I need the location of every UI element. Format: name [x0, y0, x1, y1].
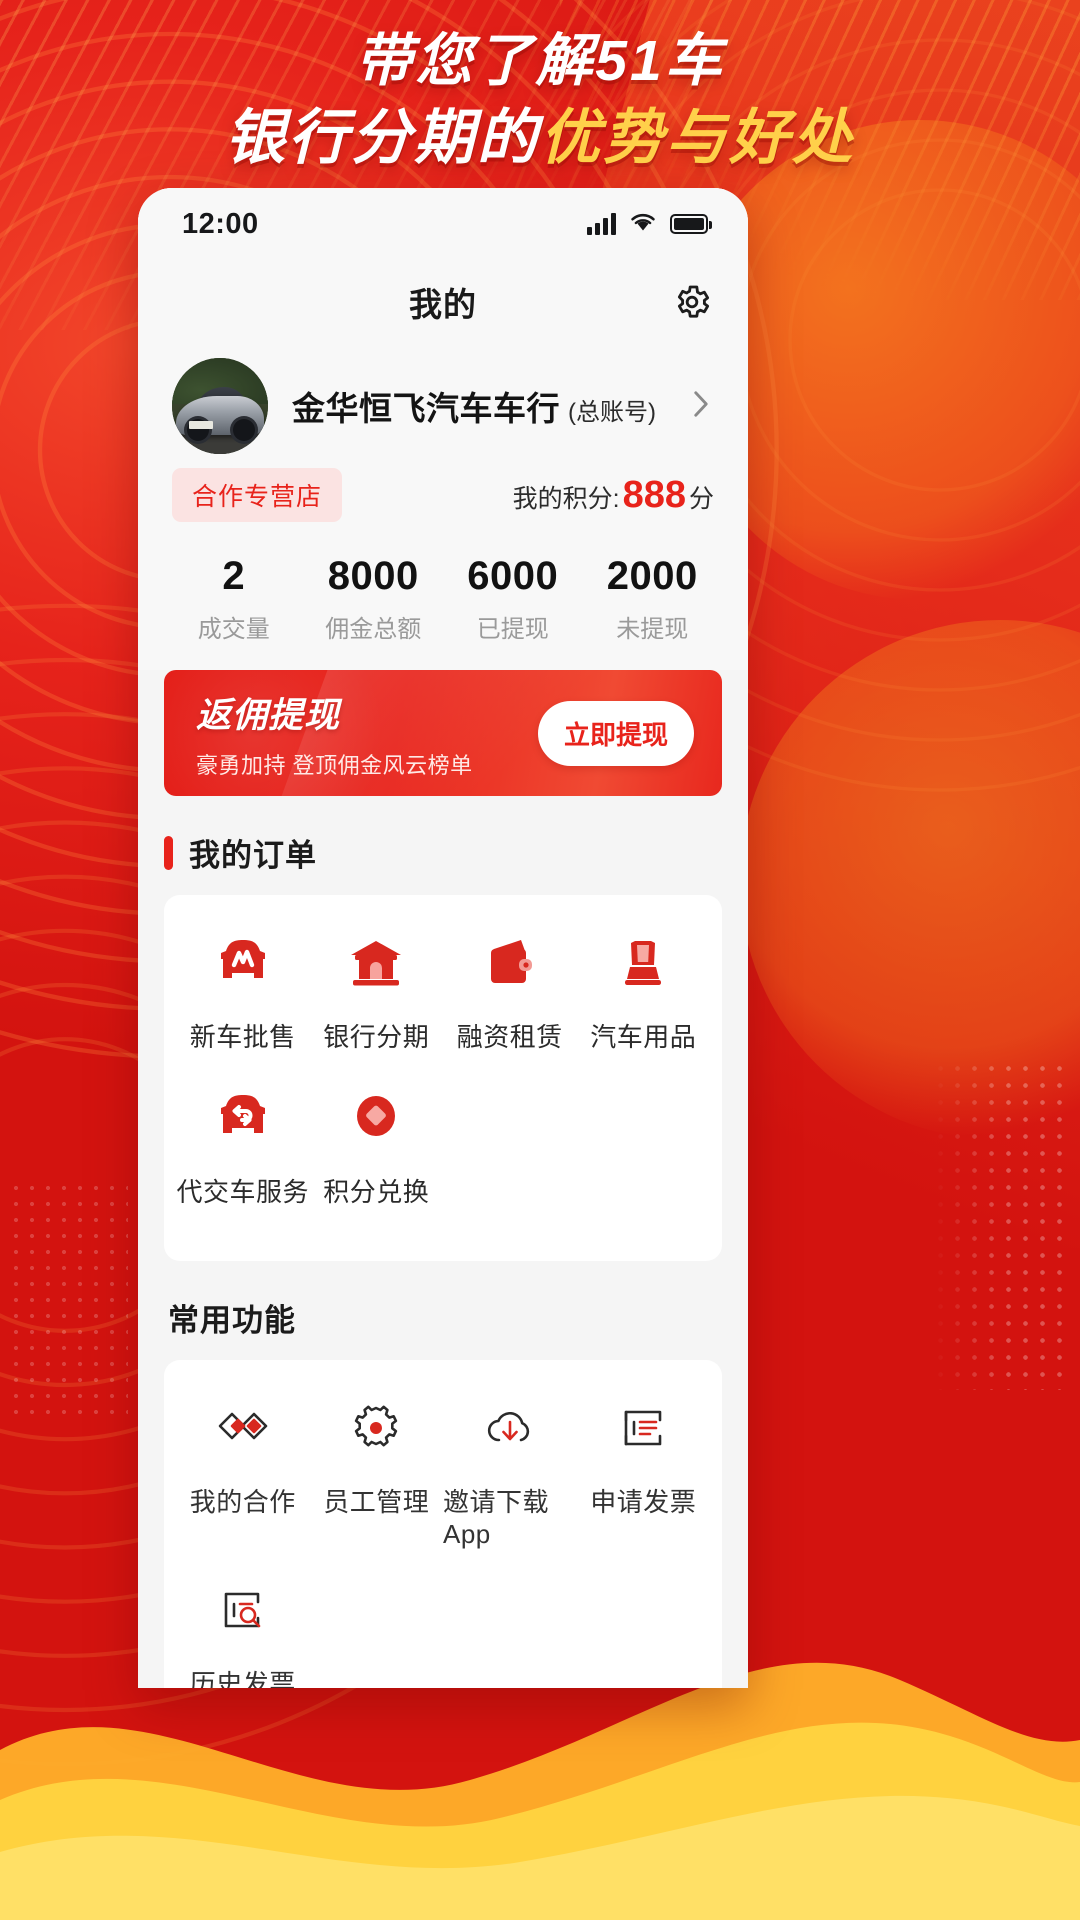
functions-section-title: 常用功能	[168, 1303, 296, 1338]
stat-label: 佣金总额	[325, 616, 422, 643]
status-bar: 12:00	[138, 188, 748, 260]
poster-title-line-2-plain: 银行分期的	[225, 104, 540, 172]
grid-item-label: 银行分期	[323, 1022, 430, 1052]
orders-card: 新车批售 银行分期 融资租赁 汽车用品 代交车服务 积分兑换	[164, 895, 722, 1261]
functions-grid: 我的合作 员工管理 邀请下载App 申请发票 历史发票	[176, 1390, 710, 1688]
stat-value: 6000	[467, 554, 559, 598]
page-title: 我的	[409, 286, 477, 323]
status-badge: 合作专营店	[172, 468, 343, 522]
functions-section-header: 常用功能	[138, 1261, 748, 1360]
stat-item-pending[interactable]: 2000 未提现	[583, 554, 723, 644]
stat-label: 成交量	[197, 616, 270, 643]
avatar	[172, 358, 268, 454]
commission-banner[interactable]: 返佣提现 豪勇加持 登顶佣金风云榜单 立即提现	[164, 670, 722, 796]
grid-item-my-cooperation[interactable]: 我的合作	[176, 1390, 310, 1550]
handshake-icon	[214, 1390, 272, 1466]
poster-title-line-2: 银行分期的优势与好处	[0, 103, 1080, 173]
wifi-icon	[629, 211, 657, 237]
banner-title: 返佣提现	[196, 695, 341, 735]
grid-item-label: 申请发票	[590, 1487, 697, 1517]
grid-item-invite-download-app[interactable]: 邀请下载App	[443, 1390, 577, 1550]
status-bar-indicators	[587, 211, 712, 237]
car-seat-icon	[613, 925, 673, 1001]
orders-section-header: 我的订单	[138, 796, 748, 895]
points-label: 我的积分:	[512, 484, 620, 513]
phone-mockup: 12:00 我的 金华恒飞汽车车行 (总账号) 合作专营店 我的积分: 888 …	[138, 188, 748, 1688]
grid-item-new-car-wholesale[interactable]: 新车批售	[176, 925, 310, 1054]
bank-building-icon	[346, 925, 406, 1001]
grid-item-apply-invoice[interactable]: 申请发票	[577, 1390, 711, 1550]
banner-text: 返佣提现 豪勇加持 登顶佣金风云榜单	[196, 687, 473, 780]
stat-label: 未提现	[616, 616, 689, 643]
grid-item-points-exchange[interactable]: 积分兑换	[310, 1080, 444, 1209]
grid-item-label: 我的合作	[189, 1487, 296, 1517]
grid-item-label: 积分兑换	[323, 1177, 430, 1207]
status-bar-time: 12:00	[182, 207, 259, 240]
grid-item-bank-installment[interactable]: 银行分期	[310, 925, 444, 1054]
battery-icon	[670, 214, 712, 234]
grid-item-car-accessories[interactable]: 汽车用品	[577, 925, 711, 1054]
stat-value: 2	[222, 554, 246, 598]
diamond-coin-icon	[346, 1080, 406, 1156]
functions-card: 我的合作 员工管理 邀请下载App 申请发票 历史发票	[164, 1360, 722, 1688]
stat-item-withdrawn[interactable]: 6000 已提现	[443, 554, 583, 644]
car-exchange-icon	[213, 1080, 273, 1156]
chevron-right-icon[interactable]	[688, 389, 714, 424]
stat-label: 已提现	[476, 616, 549, 643]
banner-subtitle: 豪勇加持 登顶佣金风云榜单	[196, 752, 473, 778]
stat-item-deals[interactable]: 2 成交量	[164, 554, 304, 644]
profile-badge-row: 合作专营店 我的积分: 888 分	[172, 468, 714, 522]
poster-title-line-2-highlight: 优势与好处	[540, 104, 855, 172]
grid-item-delivery-service[interactable]: 代交车服务	[176, 1080, 310, 1209]
wallet-icon	[480, 925, 540, 1001]
cloud-download-icon	[481, 1390, 539, 1466]
grid-item-label: 邀请下载App	[443, 1487, 550, 1549]
invoice-search-icon	[214, 1572, 272, 1648]
stats-row: 2 成交量 8000 佣金总额 6000 已提现 2000 未提现	[138, 532, 748, 670]
grid-item-label: 汽车用品	[590, 1022, 697, 1052]
grid-item-label: 新车批售	[189, 1022, 296, 1052]
invoice-icon	[614, 1390, 672, 1466]
decorative-dot-grid-left	[8, 1180, 128, 1420]
profile-card[interactable]: 金华恒飞汽车车行 (总账号) 合作专营店 我的积分: 888 分	[138, 344, 748, 532]
app-nav-bar: 我的	[138, 260, 748, 344]
profile-row[interactable]: 金华恒飞汽车车行 (总账号)	[172, 358, 714, 454]
decorative-dot-grid-right	[932, 1060, 1062, 1390]
points-unit: 分	[688, 484, 714, 513]
gear-icon[interactable]	[672, 282, 712, 322]
profile-name-row: 金华恒飞汽车车行 (总账号)	[292, 382, 678, 430]
stat-value: 2000	[606, 554, 698, 598]
app-screen: 12:00 我的 金华恒飞汽车车行 (总账号) 合作专营店 我的积分: 888 …	[138, 188, 748, 1688]
orders-grid: 新车批售 银行分期 融资租赁 汽车用品 代交车服务 积分兑换	[176, 925, 710, 1235]
functions-card-container: 我的合作 员工管理 邀请下载App 申请发票 历史发票	[138, 1360, 748, 1688]
points-value: 888	[622, 473, 686, 516]
banner-container: 返佣提现 豪勇加持 登顶佣金风云榜单 立即提现	[138, 670, 748, 796]
grid-item-financial-leasing[interactable]: 融资租赁	[443, 925, 577, 1054]
orders-section-title: 我的订单	[189, 838, 317, 873]
grid-item-staff-management[interactable]: 员工管理	[310, 1390, 444, 1550]
grid-item-label: 代交车服务	[176, 1177, 309, 1207]
signal-bars-icon	[587, 213, 616, 235]
gear-people-icon	[347, 1390, 405, 1466]
grid-item-label: 员工管理	[323, 1487, 430, 1517]
poster-title-line-1: 带您了解51车	[355, 29, 725, 93]
stat-value: 8000	[327, 554, 419, 598]
points-display: 我的积分: 888 分	[513, 474, 714, 517]
stat-item-total-commission[interactable]: 8000 佣金总额	[304, 554, 444, 644]
section-accent-bar	[164, 835, 173, 870]
grid-item-invoice-history[interactable]: 历史发票	[176, 1572, 310, 1688]
orders-card-container: 新车批售 银行分期 融资租赁 汽车用品 代交车服务 积分兑换	[138, 895, 748, 1261]
profile-account-note: (总账号)	[568, 399, 656, 426]
grid-item-label: 历史发票	[189, 1669, 296, 1688]
withdraw-button[interactable]: 立即提现	[537, 700, 694, 766]
profile-details: 金华恒飞汽车车行 (总账号)	[268, 382, 678, 430]
grid-item-label: 融资租赁	[456, 1022, 563, 1052]
profile-name: 金华恒飞汽车车行	[292, 390, 560, 427]
poster-title: 带您了解51车 银行分期的优势与好处	[0, 28, 1080, 173]
car-front-icon	[213, 925, 273, 1001]
